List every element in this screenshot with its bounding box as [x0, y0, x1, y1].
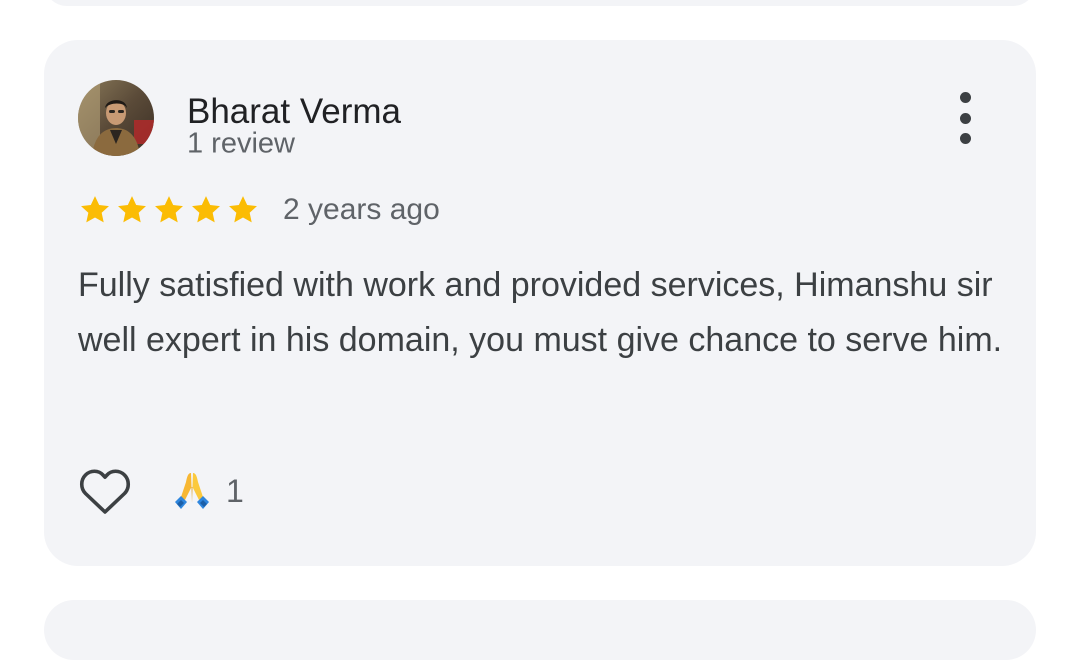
more-vert-icon [959, 92, 971, 103]
star-icon [229, 196, 257, 223]
reaction-thanks[interactable]: 1 [172, 469, 244, 513]
user-photo-icon [78, 80, 154, 156]
heart-outline-icon [79, 469, 131, 514]
review-date: 2 years ago [283, 193, 440, 226]
star-icon [118, 196, 146, 223]
star-icon [155, 196, 183, 223]
author-review-count: 1 review [187, 127, 295, 160]
like-button[interactable] [78, 464, 132, 518]
author-avatar[interactable] [78, 80, 154, 156]
star-icon [81, 196, 109, 223]
review-actions: 1 [78, 464, 244, 518]
more-options-button[interactable] [950, 92, 980, 144]
previous-review-card [44, 0, 1036, 6]
star-rating [78, 193, 263, 227]
folded-hands-icon [175, 473, 209, 509]
more-vert-icon-dot [959, 133, 971, 144]
review-card: Bharat Verma 1 review 2 years ago Fully … [44, 40, 1036, 566]
next-review-card [44, 600, 1036, 660]
star-icon [192, 196, 220, 223]
review-text: Fully satisfied with work and provided s… [78, 266, 1003, 359]
reaction-count: 1 [226, 472, 244, 509]
author-name[interactable]: Bharat Verma [187, 92, 401, 132]
more-vert-icon-dot [959, 112, 971, 124]
rating-row: 2 years ago [78, 190, 440, 230]
